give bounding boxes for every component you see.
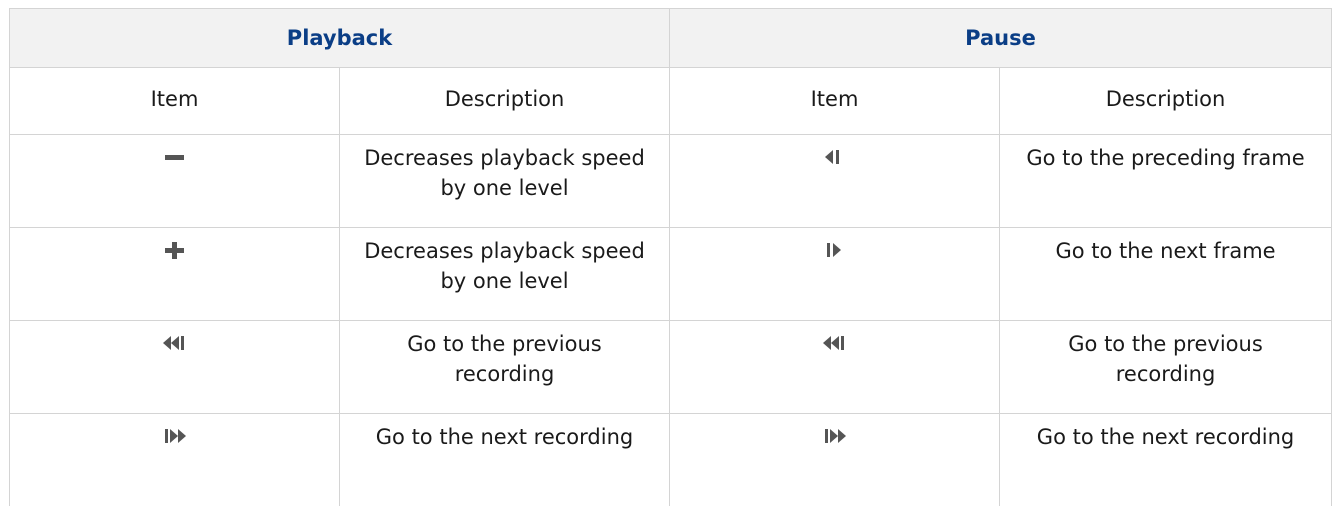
column-header-row: Item Description Item Description: [10, 68, 1332, 135]
next-recording-icon: [162, 426, 188, 446]
table-row: Go to the previous recording Go to the p…: [10, 321, 1332, 414]
playback-item-cell: [10, 321, 340, 414]
minus-icon: [162, 147, 188, 167]
playback-description: Decreases playback speed by one level: [340, 135, 670, 228]
group-header-row: Playback Pause: [10, 9, 1332, 68]
playback-item-cell: [10, 135, 340, 228]
pause-item-header: Item: [670, 68, 1000, 135]
pause-item-cell: [670, 135, 1000, 228]
next-recording-icon: [822, 426, 848, 446]
pause-item-cell: [670, 414, 1000, 506]
pause-header: Pause: [670, 9, 1332, 68]
next-frame-icon: [822, 240, 848, 260]
table-row: Decreases playback speed by one level Go…: [10, 228, 1332, 321]
pause-description: Go to the next recording: [1000, 414, 1332, 506]
playback-description: Decreases playback speed by one level: [340, 228, 670, 321]
playback-description: Go to the previous recording: [340, 321, 670, 414]
pause-description: Go to the previous recording: [1000, 321, 1332, 414]
playback-header: Playback: [10, 9, 670, 68]
previous-frame-icon: [822, 147, 848, 167]
pause-description: Go to the preceding frame: [1000, 135, 1332, 228]
pause-description: Go to the next frame: [1000, 228, 1332, 321]
controls-table: Playback Pause Item Description Item Des…: [9, 8, 1332, 506]
plus-icon: [162, 240, 188, 260]
playback-description: Go to the next recording: [340, 414, 670, 506]
pause-description-header: Description: [1000, 68, 1332, 135]
pause-item-cell: [670, 321, 1000, 414]
table-row: Decreases playback speed by one level Go…: [10, 135, 1332, 228]
previous-recording-icon: [822, 333, 848, 353]
playback-item-cell: [10, 414, 340, 506]
playback-item-cell: [10, 228, 340, 321]
playback-description-header: Description: [340, 68, 670, 135]
table-row: Go to the next recording Go to the next …: [10, 414, 1332, 506]
previous-recording-icon: [162, 333, 188, 353]
pause-item-cell: [670, 228, 1000, 321]
playback-item-header: Item: [10, 68, 340, 135]
